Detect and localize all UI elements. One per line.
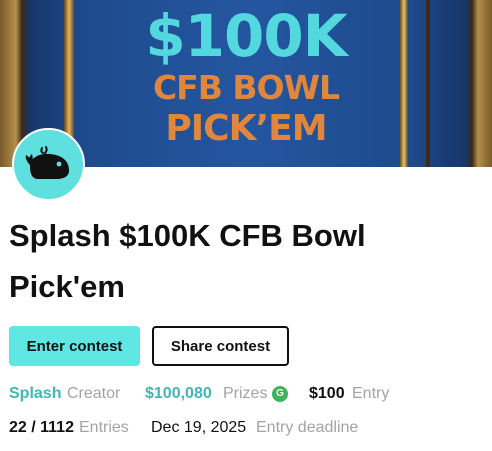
creator-name[interactable]: Splash [9,383,61,405]
contest-meta-row-2: 22 / 1112 Entries Dec 19, 2025 Entry dea… [0,417,492,439]
banner-amount: $100K [145,2,347,70]
whale-icon [25,145,69,179]
entries-value: 22 / 1112 [9,419,74,436]
prizes-label: Prizes [223,385,268,402]
share-contest-button[interactable]: Share contest [152,326,289,366]
deadline-value: Dec 19, 2025 [151,419,247,436]
gold-coin-icon: G [272,386,288,402]
contest-meta-row-1: Splash Creator $100,080 Prizes G $100 En… [0,383,492,405]
deadline-label: Entry deadline [256,419,359,436]
contest-title: Splash $100K CFB Bowl Pick'em [9,218,366,304]
creator-avatar[interactable] [12,128,85,201]
prizes-value: $100,080 [145,385,212,402]
entries-label: Entries [79,419,129,436]
enter-contest-button[interactable]: Enter contest [9,326,140,366]
entry-fee-label: Entry [352,385,390,402]
banner-subtitle: CFB BOWL [152,68,340,107]
creator-label: Creator [67,385,121,402]
entry-fee-value: $100 [309,385,345,402]
